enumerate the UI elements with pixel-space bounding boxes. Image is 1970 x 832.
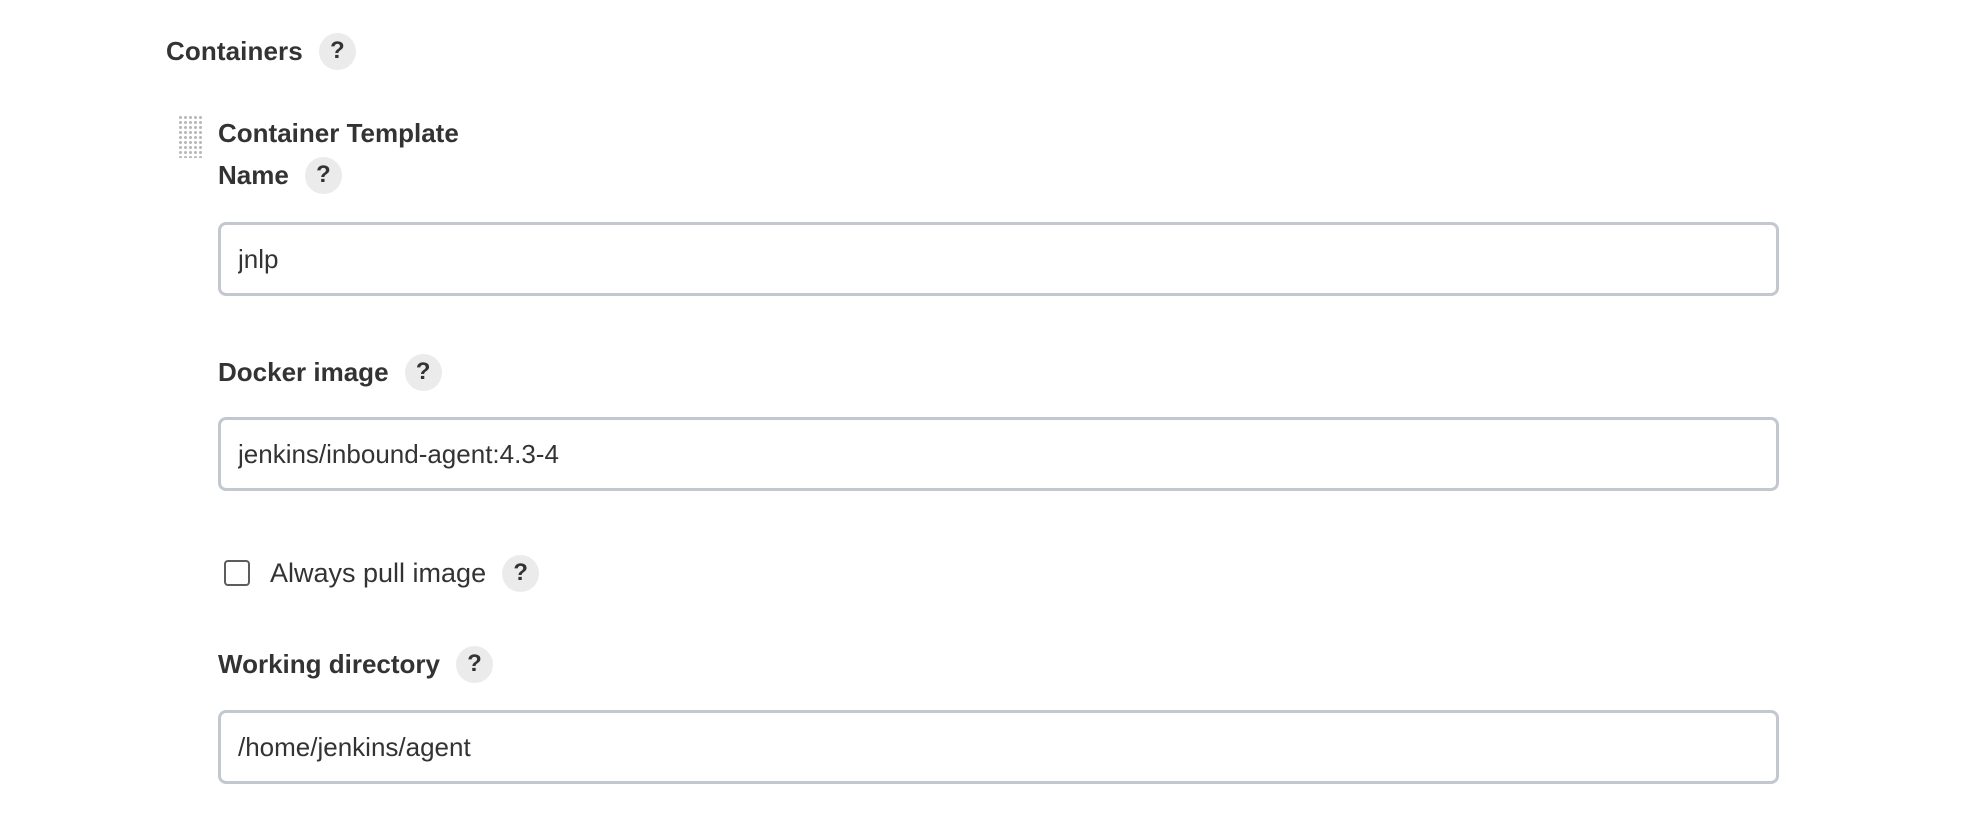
- always-pull-image-row: Always pull image ?: [224, 554, 540, 592]
- containers-section-header: Containers ?: [166, 32, 356, 70]
- working-directory-input[interactable]: [218, 710, 1779, 784]
- docker-image-label-text: Docker image: [218, 356, 389, 387]
- docker-image-input[interactable]: [218, 417, 1779, 491]
- drag-handle-icon[interactable]: [178, 115, 202, 158]
- working-directory-label-text: Working directory: [218, 648, 441, 679]
- working-directory-field-label: Working directory ?: [218, 645, 494, 683]
- docker-image-field-label: Docker image ?: [218, 353, 442, 391]
- docker-image-help-icon[interactable]: ?: [404, 353, 442, 391]
- container-template-title: Container Template: [218, 118, 459, 148]
- containers-help-icon[interactable]: ?: [318, 32, 356, 70]
- containers-section-title: Containers: [166, 35, 303, 66]
- always-pull-image-checkbox[interactable]: [224, 560, 250, 586]
- name-input[interactable]: [218, 222, 1779, 296]
- name-field-label: Name ?: [218, 156, 342, 194]
- name-help-icon[interactable]: ?: [304, 156, 342, 194]
- always-pull-image-help-icon[interactable]: ?: [502, 554, 540, 592]
- name-label-text: Name: [218, 159, 289, 190]
- always-pull-image-label[interactable]: Always pull image: [270, 558, 486, 589]
- working-directory-help-icon[interactable]: ?: [456, 645, 494, 683]
